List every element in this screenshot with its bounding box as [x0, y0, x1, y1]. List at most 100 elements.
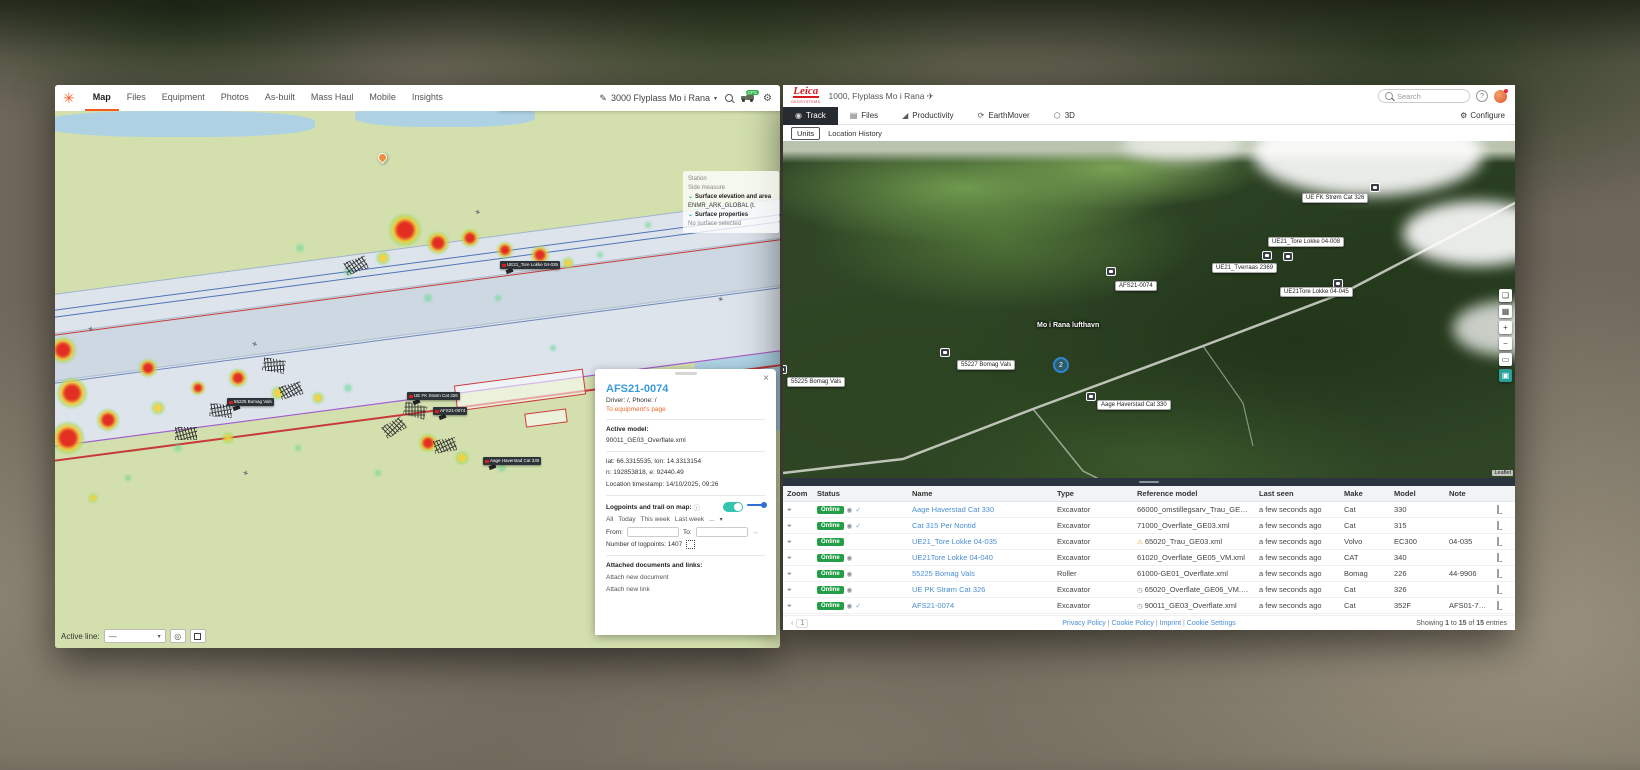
equipment-marker-label[interactable]: UE21_Tverraas 2369	[1212, 263, 1277, 273]
tab-units[interactable]: Units	[791, 127, 820, 140]
eye-icon[interactable]: ◉	[847, 586, 853, 594]
comment-icon[interactable]	[1497, 505, 1499, 514]
plus-control-button[interactable]: +	[1499, 321, 1512, 334]
excavator-marker-icon[interactable]	[1106, 267, 1116, 276]
equipment-marker-label[interactable]: 55227 Bomag Vals	[957, 360, 1015, 370]
grid-control-button[interactable]: ▦	[1499, 305, 1512, 318]
nav-item-files[interactable]: Files	[119, 85, 154, 111]
excavator-marker-icon[interactable]	[1283, 252, 1293, 261]
zoom-to-icon[interactable]: ⌖	[787, 521, 792, 530]
nav-item-insights[interactable]: Insights	[404, 85, 451, 111]
equipment-name-link[interactable]: UE PK Strøm Cat 326	[912, 585, 985, 594]
zoom-to-icon[interactable]: ⌖	[787, 569, 792, 578]
equipment-name-link[interactable]: 55225 Bomag Vals	[912, 569, 975, 578]
apply-range-icon[interactable]: →	[752, 529, 759, 536]
excavator-marker-icon[interactable]	[940, 348, 950, 357]
nav-item-photos[interactable]: Photos	[213, 85, 257, 111]
vehicles-icon[interactable]: GPS	[741, 94, 755, 102]
nav-item-mobile[interactable]: Mobile	[361, 85, 404, 111]
cluster-marker[interactable]: 2	[1053, 357, 1069, 373]
help-icon[interactable]: ?	[1476, 90, 1488, 102]
column-header-note[interactable]: Note	[1445, 489, 1493, 498]
equipment-marker-label[interactable]: AFS21-0074	[1115, 281, 1157, 291]
equipment-name-link[interactable]: AFS21-0074	[912, 601, 954, 610]
nav-item-as-built[interactable]: As-built	[257, 85, 303, 111]
measure-control-button[interactable]: ▭	[1499, 353, 1512, 366]
filter-chip-...[interactable]: ...	[709, 516, 714, 523]
from-date-input[interactable]	[627, 527, 679, 537]
eye-icon[interactable]: ◉	[847, 570, 853, 578]
page-prev-icon[interactable]: ‹	[791, 620, 793, 627]
legend-section[interactable]: ⌄Surface elevation and area	[688, 193, 774, 202]
filter-chip-all[interactable]: All	[606, 516, 613, 523]
tab-track[interactable]: ◉Track	[783, 107, 838, 125]
tab-files[interactable]: ▤Files	[838, 107, 890, 125]
leica-logo[interactable]: Leica GEOSYSTEMS	[791, 87, 821, 106]
app-logo-icon[interactable]: ✳	[63, 90, 75, 107]
filter-chip-last-week[interactable]: Last week	[675, 516, 704, 523]
equipment-marker-label[interactable]: Aage Haverstad Cat 330	[1097, 400, 1171, 410]
equipment-name-link[interactable]: Aage Haverstad Cat 330	[912, 505, 994, 514]
equipment-marker-label[interactable]: 55225 Bomag Vals	[787, 377, 845, 387]
comment-icon[interactable]	[1497, 521, 1499, 530]
map-attribution[interactable]: Leaflet	[1492, 470, 1513, 476]
equipment-marker-label[interactable]: UE21_Tore Lokke 04-008	[1268, 237, 1344, 247]
equipment-name-link[interactable]: UE21_Tore Lokke 04-035	[912, 537, 997, 546]
user-avatar[interactable]	[1494, 90, 1507, 103]
footer-link-imprint[interactable]: Imprint	[1160, 620, 1181, 627]
equipment-name-link[interactable]: UE21Tore Lokke 04-040	[912, 553, 993, 562]
table-row[interactable]: ⌖Online◉55225 Bomag ValsRoller61000-GE01…	[783, 566, 1515, 582]
comment-icon[interactable]	[1497, 601, 1499, 610]
locate-icon[interactable]: ◎	[170, 629, 186, 643]
equipment-map-label[interactable]: Aage Haverstad Cat 330	[483, 457, 541, 465]
eye-icon[interactable]: ◉	[847, 554, 853, 562]
zoom-to-icon[interactable]: ⌖	[787, 505, 792, 514]
excavator-marker-icon[interactable]	[1370, 183, 1380, 192]
page-number[interactable]: 1	[796, 619, 808, 628]
minus-control-button[interactable]: −	[1499, 337, 1512, 350]
settings-gear-icon[interactable]: ⚙	[763, 93, 772, 104]
satellite-map-canvas[interactable]: UE FK Strøm Cat 326 UE21_Tore Lokke 04-00…	[783, 141, 1515, 478]
eye-icon[interactable]: ◉	[847, 522, 853, 530]
attach-document-link[interactable]: Attach new document	[606, 574, 765, 581]
excavator-marker-icon[interactable]	[1086, 392, 1096, 401]
table-row[interactable]: ⌖Online◉UE21Tore Lokke 04-040Excavator61…	[783, 550, 1515, 566]
legend-value[interactable]: ENMR_ARK_GLOBAL (t.	[688, 202, 774, 211]
equipment-map-label[interactable]: 55225 Bomag Vals	[227, 398, 274, 406]
legend-section[interactable]: ⌄Surface properties	[688, 211, 774, 220]
equipment-map-label[interactable]: UE FK Strøm Cat 326	[407, 392, 460, 400]
equipment-page-link[interactable]: To equipment's page	[606, 406, 765, 413]
basemap-control-button[interactable]: ▣	[1499, 369, 1512, 382]
layers-control-button[interactable]: ❏	[1499, 289, 1512, 302]
column-header-last-seen[interactable]: Last seen	[1255, 489, 1340, 498]
footer-link-cookie-settings[interactable]: Cookie Settings	[1187, 620, 1236, 627]
nav-item-map[interactable]: Map	[85, 85, 119, 111]
excavator-marker-icon[interactable]	[783, 365, 787, 374]
configure-button[interactable]: ⚙Configure	[1460, 111, 1515, 120]
logpoints-toggle[interactable]	[723, 502, 743, 512]
equipment-map-label[interactable]: AFS21-0074	[433, 407, 467, 415]
equipment-marker-label[interactable]: UE FK Strøm Cat 326	[1302, 193, 1368, 203]
column-header-reference-model[interactable]: Reference model	[1133, 489, 1255, 498]
comment-icon[interactable]	[1497, 537, 1499, 546]
zoom-to-icon[interactable]: ⌖	[787, 553, 792, 562]
nav-item-mass-haul[interactable]: Mass Haul	[303, 85, 362, 111]
filter-chip-today[interactable]: Today	[618, 516, 635, 523]
zoom-to-icon[interactable]: ⌖	[787, 601, 792, 610]
table-resize-handle[interactable]	[783, 478, 1515, 486]
column-header-type[interactable]: Type	[1053, 489, 1133, 498]
zoom-to-icon[interactable]: ⌖	[787, 585, 792, 594]
filter-chip-this-week[interactable]: This week	[641, 516, 670, 523]
column-header-make[interactable]: Make	[1340, 489, 1390, 498]
equipment-map-label[interactable]: UE21_Tore Lokke 04-035	[500, 261, 560, 269]
table-row[interactable]: ⌖Online◉✓Cat 315 Per NontidExcavator7100…	[783, 518, 1515, 534]
search-input[interactable]: Search	[1378, 89, 1470, 103]
chevron-down-icon[interactable]: ▾	[720, 516, 723, 523]
tab-location-history[interactable]: Location History	[828, 129, 882, 138]
project-selector[interactable]: ✎ 3000 Flyplass Mo i Rana ▾	[599, 93, 717, 104]
column-header-model[interactable]: Model	[1390, 489, 1445, 498]
to-date-input[interactable]	[696, 527, 748, 537]
eye-icon[interactable]: ◉	[847, 602, 853, 610]
footer-link-privacy-policy[interactable]: Privacy Policy	[1062, 620, 1106, 627]
table-row[interactable]: ⌖OnlineUE21_Tore Lokke 04-035Excavator⚠6…	[783, 534, 1515, 550]
